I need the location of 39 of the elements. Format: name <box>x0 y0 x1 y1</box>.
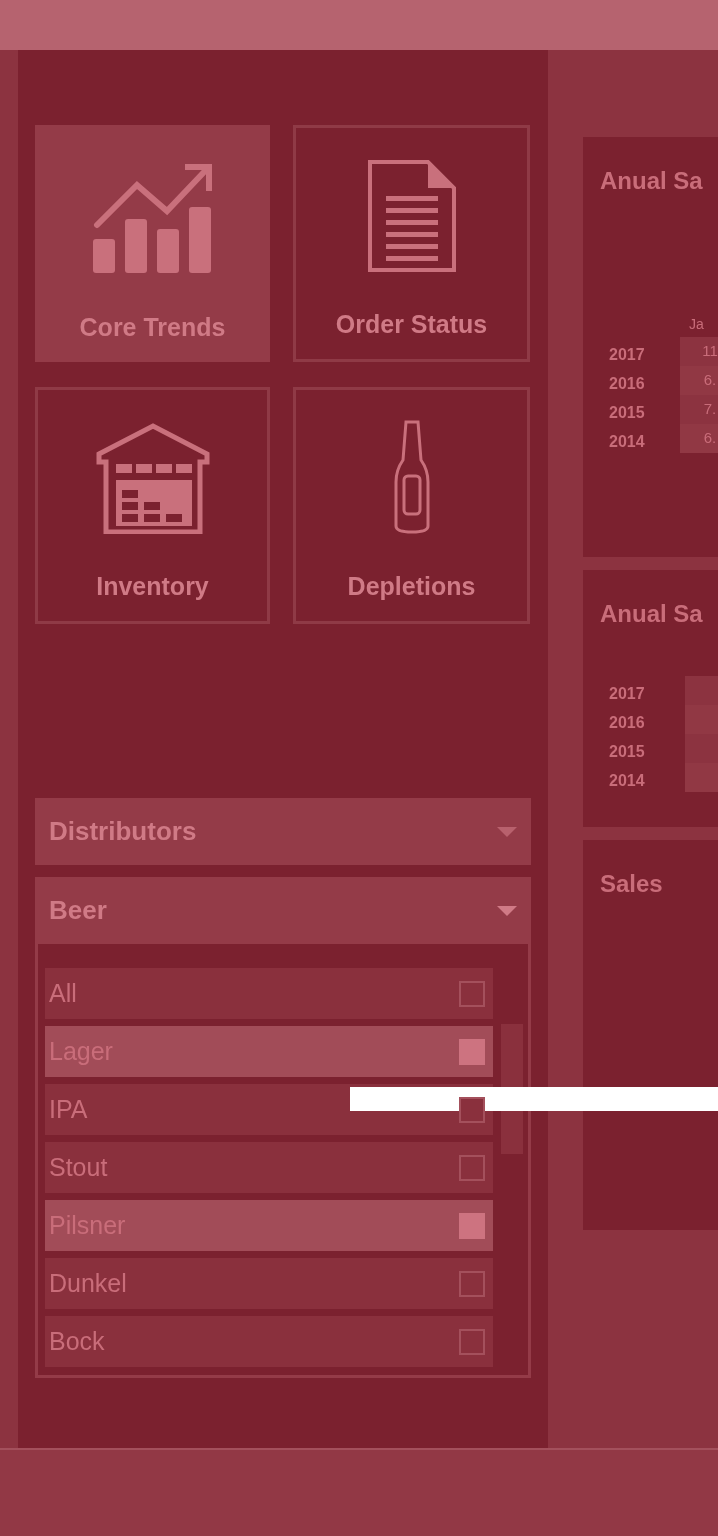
checkbox[interactable] <box>459 1154 485 1181</box>
checkbox[interactable] <box>459 1328 485 1355</box>
nav-tile[interactable]: Depletions <box>293 387 530 624</box>
bottle-icon <box>393 419 430 534</box>
list-item[interactable]: Dunkel <box>45 1258 493 1309</box>
caret-icon <box>497 826 517 837</box>
table-cell: 6. <box>680 366 718 395</box>
card-title: Sales <box>600 869 663 899</box>
table-cell: 6. <box>680 424 718 453</box>
checkbox[interactable] <box>459 1038 485 1065</box>
document-icon <box>367 159 456 272</box>
checkbox[interactable] <box>459 1096 485 1123</box>
row-label: 2015 <box>609 403 645 423</box>
list-item[interactable]: All <box>45 968 493 1019</box>
table-cell: 11 <box>680 337 718 366</box>
row-label: 2014 <box>609 771 645 791</box>
row-label: 2016 <box>609 374 645 394</box>
row-label: 2014 <box>609 432 645 452</box>
list-item[interactable]: Stout <box>45 1142 493 1193</box>
card-title: Anual Sa <box>600 166 703 196</box>
warehouse-icon <box>95 421 210 534</box>
row-label: 2016 <box>609 713 645 733</box>
checkbox[interactable] <box>459 1212 485 1239</box>
table-cell: 7. <box>680 395 718 424</box>
card-title: Anual Sa <box>600 599 703 629</box>
list-item[interactable]: Bock <box>45 1316 493 1367</box>
row-label: 2015 <box>609 742 645 762</box>
chart-icon <box>92 162 213 275</box>
row-label: 2017 <box>609 684 645 704</box>
checkbox[interactable] <box>459 980 485 1007</box>
filter-dropdown[interactable]: Distributors <box>35 798 531 865</box>
nav-tile[interactable]: Order Status <box>293 125 530 362</box>
row-label: 2017 <box>609 345 645 365</box>
filter-dropdown[interactable]: Beer <box>35 877 531 944</box>
nav-tile[interactable]: Inventory <box>35 387 270 624</box>
caret-icon <box>497 905 517 916</box>
checkbox[interactable] <box>459 1270 485 1297</box>
nav-tile[interactable]: Core Trends <box>35 125 270 362</box>
column-header: Ja <box>689 315 704 334</box>
